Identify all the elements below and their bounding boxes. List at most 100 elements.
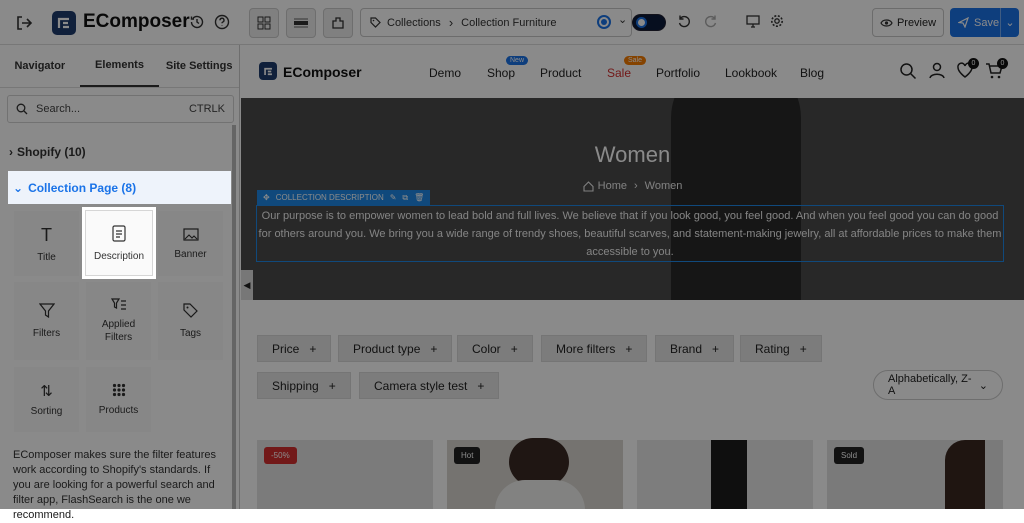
element-title-label: Title <box>37 251 56 263</box>
filter-brand[interactable]: Brand + <box>655 335 735 362</box>
app-name: EComposer <box>83 11 190 32</box>
element-description[interactable]: Description <box>85 210 153 276</box>
sort-select[interactable]: Alphabetically, Z-A ⌄ <box>873 370 1003 400</box>
redo-icon[interactable] <box>703 13 719 29</box>
category-collection-label: Collection Page (8) <box>28 180 137 195</box>
tag-icon <box>183 303 198 318</box>
preview-mode-toggle[interactable] <box>632 14 666 31</box>
products-grid-icon <box>112 383 125 397</box>
collection-title: Women <box>594 142 671 167</box>
element-banner[interactable]: Banner <box>157 210 224 277</box>
filter-product-type[interactable]: Product type + <box>338 335 453 362</box>
product-card[interactable]: Sold <box>827 440 1003 509</box>
nav-shop[interactable]: Shop <box>487 66 515 80</box>
element-search-input[interactable]: Search... CTRLK <box>7 95 234 123</box>
element-filters-label: Filters <box>32 328 61 339</box>
product-image-sweater <box>495 480 585 509</box>
category-shopify[interactable]: › Shopify (10) <box>9 145 86 159</box>
plus-icon: + <box>712 341 720 356</box>
grid-icon <box>257 16 271 30</box>
product-card[interactable] <box>637 440 813 509</box>
category-shopify-label: Shopify (10) <box>17 145 86 159</box>
breadcrumb-parent[interactable]: Collections <box>387 17 441 29</box>
filter-more[interactable]: More filters + <box>541 335 648 362</box>
wishlist-count: 0 <box>968 58 979 69</box>
product-card[interactable]: Hot <box>447 438 623 509</box>
element-products[interactable]: Products <box>85 366 152 433</box>
filter-camera-style[interactable]: Camera style test + <box>359 372 500 399</box>
apps-button[interactable] <box>323 8 353 38</box>
plus-icon: + <box>799 341 807 356</box>
chevron-down-icon: ⌄ <box>978 379 988 392</box>
tab-navigator[interactable]: Navigator <box>0 45 80 87</box>
desktop-icon[interactable] <box>745 13 761 29</box>
filter-shipping[interactable]: Shipping + <box>257 372 351 399</box>
sidebar-tabs: Navigator Elements Site Settings <box>0 45 239 88</box>
home-icon <box>583 180 594 192</box>
collection-description[interactable]: Our purpose is to empower women to lead … <box>256 205 1004 262</box>
element-sorting-label: Sorting <box>30 406 63 417</box>
sections-button[interactable] <box>286 8 316 38</box>
top-toolbar: EComposer Collections › Collection Furni… <box>0 0 1024 45</box>
save-button[interactable]: Save ⌄ <box>950 8 1019 37</box>
cart-count: 0 <box>997 58 1008 69</box>
filter-price[interactable]: Price + <box>257 335 332 362</box>
hero-crumb-home[interactable]: Home <box>598 180 627 192</box>
chevron-down-icon[interactable]: ⌄ <box>618 13 627 26</box>
undo-icon[interactable] <box>676 13 692 29</box>
category-collection-page[interactable]: ⌄ Collection Page (8) <box>8 171 231 204</box>
edit-icon[interactable]: ✎ <box>390 193 397 202</box>
element-filters[interactable]: Filters <box>13 281 80 361</box>
element-tags[interactable]: Tags <box>157 281 224 361</box>
help-icon[interactable] <box>212 12 232 32</box>
nav-product[interactable]: Product <box>540 66 581 80</box>
nav-blog[interactable]: Blog <box>800 66 824 80</box>
product-image <box>711 440 747 509</box>
sort-arrows-icon: ⇅ <box>40 383 53 400</box>
nav-demo[interactable]: Demo <box>429 66 461 80</box>
product-card[interactable]: -50% <box>257 440 433 509</box>
settings-gear-icon[interactable] <box>769 13 785 29</box>
tab-site-settings[interactable]: Site Settings <box>159 45 239 87</box>
filter-rating[interactable]: Rating + <box>740 335 822 362</box>
duplicate-icon[interactable]: ⧉ <box>402 193 408 203</box>
filter-product-type-label: Product type <box>353 341 421 356</box>
filter-color[interactable]: Color + <box>457 335 533 362</box>
hero-crumb-separator-icon: › <box>633 180 638 192</box>
account-icon[interactable] <box>928 61 946 82</box>
preview-button[interactable]: Preview <box>872 8 944 37</box>
selection-label: COLLECTION DESCRIPTION <box>275 193 384 202</box>
page-breadcrumb[interactable]: Collections › Collection Furniture <box>360 8 632 37</box>
element-description-label: Description <box>93 250 145 262</box>
nav-lookbook[interactable]: Lookbook <box>725 66 777 80</box>
plus-icon: + <box>510 341 518 356</box>
breadcrumb-current[interactable]: Collection Furniture <box>461 17 556 29</box>
layout-grid-button[interactable] <box>249 8 279 38</box>
element-title[interactable]: T Title <box>13 210 80 277</box>
globe-icon[interactable] <box>597 15 611 29</box>
store-logo[interactable]: EComposer <box>283 64 362 80</box>
filter-funnel-icon <box>38 303 55 318</box>
sections-icon <box>294 18 308 28</box>
store-logo-icon <box>259 62 277 80</box>
delete-icon[interactable]: 🗑 <box>414 193 424 202</box>
ecomposer-logo-icon <box>52 11 76 35</box>
product-tag: Sold <box>834 447 865 464</box>
selection-toolbar[interactable]: ✥ COLLECTION DESCRIPTION ✎ ⧉ 🗑 <box>257 190 431 205</box>
history-icon[interactable] <box>187 12 207 32</box>
save-dropdown-chevron-icon[interactable]: ⌄ <box>1000 8 1019 37</box>
element-tags-label: Tags <box>179 328 202 339</box>
nav-sale[interactable]: Sale <box>607 66 631 80</box>
exit-icon[interactable] <box>13 12 35 34</box>
collapse-sidebar-icon[interactable]: ◀ <box>241 270 253 300</box>
banner-image-icon <box>182 227 199 241</box>
sidebar-scrollbar[interactable] <box>232 125 236 509</box>
nav-portfolio[interactable]: Portfolio <box>656 66 700 80</box>
element-sorting[interactable]: ⇅ Sorting <box>13 366 80 433</box>
tab-elements[interactable]: Elements <box>79 45 160 87</box>
store-search-icon[interactable] <box>899 62 917 83</box>
product-image <box>509 438 569 486</box>
applied-filter-icon <box>110 298 126 310</box>
element-applied-filters[interactable]: Applied Filters <box>85 281 152 361</box>
move-icon[interactable]: ✥ <box>263 193 270 202</box>
